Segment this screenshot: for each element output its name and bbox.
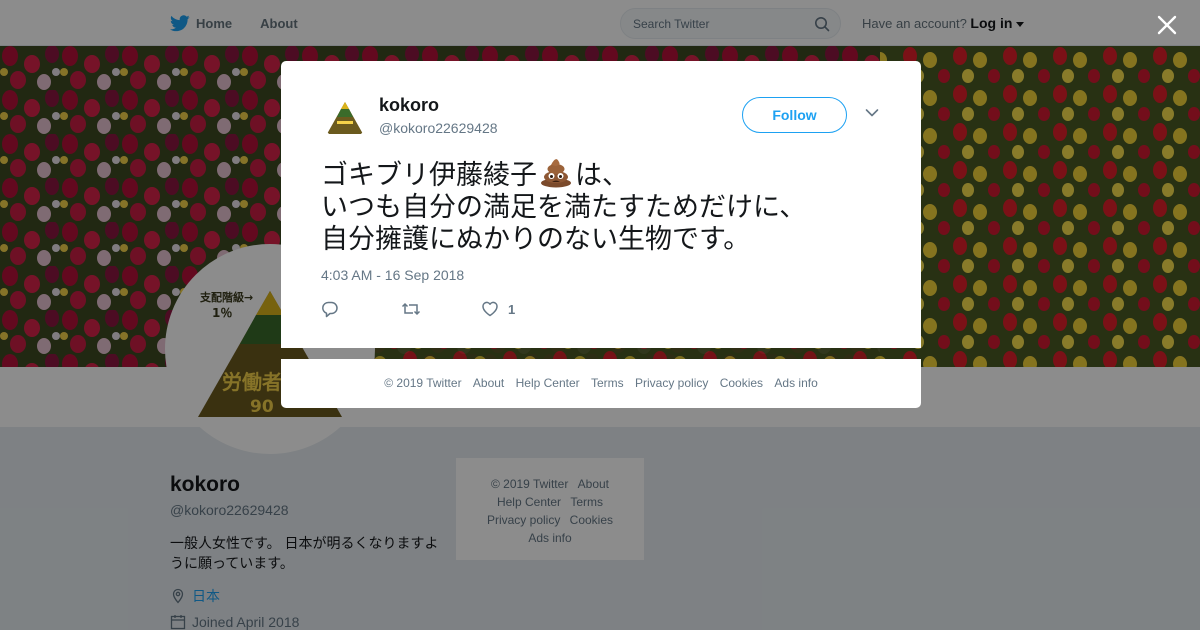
modal-footer-privacy[interactable]: Privacy policy <box>635 376 708 390</box>
follow-button[interactable]: Follow <box>742 97 847 133</box>
tweet-text: ゴキブリ伊藤綾子 は、 いつも自分の満足を満たすためだけに、 自分擁護にぬかりの… <box>321 156 891 256</box>
tweet-line-3: 自分擁護にぬかりのない生物です。 <box>321 224 751 255</box>
pyramid-avatar-small-image <box>321 92 369 140</box>
tweet-modal: kokoro @kokoro22629428 Follow ゴキブリ伊藤綾子 は… <box>281 61 921 348</box>
reply-icon <box>322 301 338 318</box>
tweet-author-avatar[interactable] <box>321 92 369 140</box>
retweet-icon <box>401 302 421 316</box>
tweet-timestamp[interactable]: 4:03 AM - 16 Sep 2018 <box>321 267 464 283</box>
tweet-actions: 1 <box>321 299 515 319</box>
modal-footer-cookies[interactable]: Cookies <box>720 376 763 390</box>
tweet-line-2: いつも自分の満足を満たすためだけに、 <box>321 192 807 223</box>
heart-icon <box>482 301 498 317</box>
reply-button[interactable] <box>321 300 401 318</box>
chevron-down-icon[interactable] <box>865 108 879 118</box>
modal-footer-about[interactable]: About <box>473 376 504 390</box>
tweet-author-handle[interactable]: @kokoro22629428 <box>379 120 498 136</box>
retweet-button[interactable] <box>401 301 481 317</box>
modal-footer: © 2019 Twitter About Help Center Terms P… <box>281 359 921 408</box>
modal-footer-terms[interactable]: Terms <box>591 376 624 390</box>
tweet-line-1-start: ゴキブリ伊藤綾子 <box>321 160 537 191</box>
like-count: 1 <box>508 301 516 317</box>
close-icon[interactable] <box>1155 13 1179 37</box>
tweet-author-name[interactable]: kokoro <box>379 95 439 116</box>
tweet-line-1: ゴキブリ伊藤綾子 は、 <box>321 156 891 192</box>
modal-footer-help[interactable]: Help Center <box>516 376 580 390</box>
modal-footer-ads[interactable]: Ads info <box>774 376 817 390</box>
tweet-line-1-end: は、 <box>575 160 629 191</box>
pile-of-poo-icon <box>541 159 571 188</box>
like-button[interactable]: 1 <box>481 301 515 317</box>
modal-footer-copyright: © 2019 Twitter <box>384 376 462 390</box>
